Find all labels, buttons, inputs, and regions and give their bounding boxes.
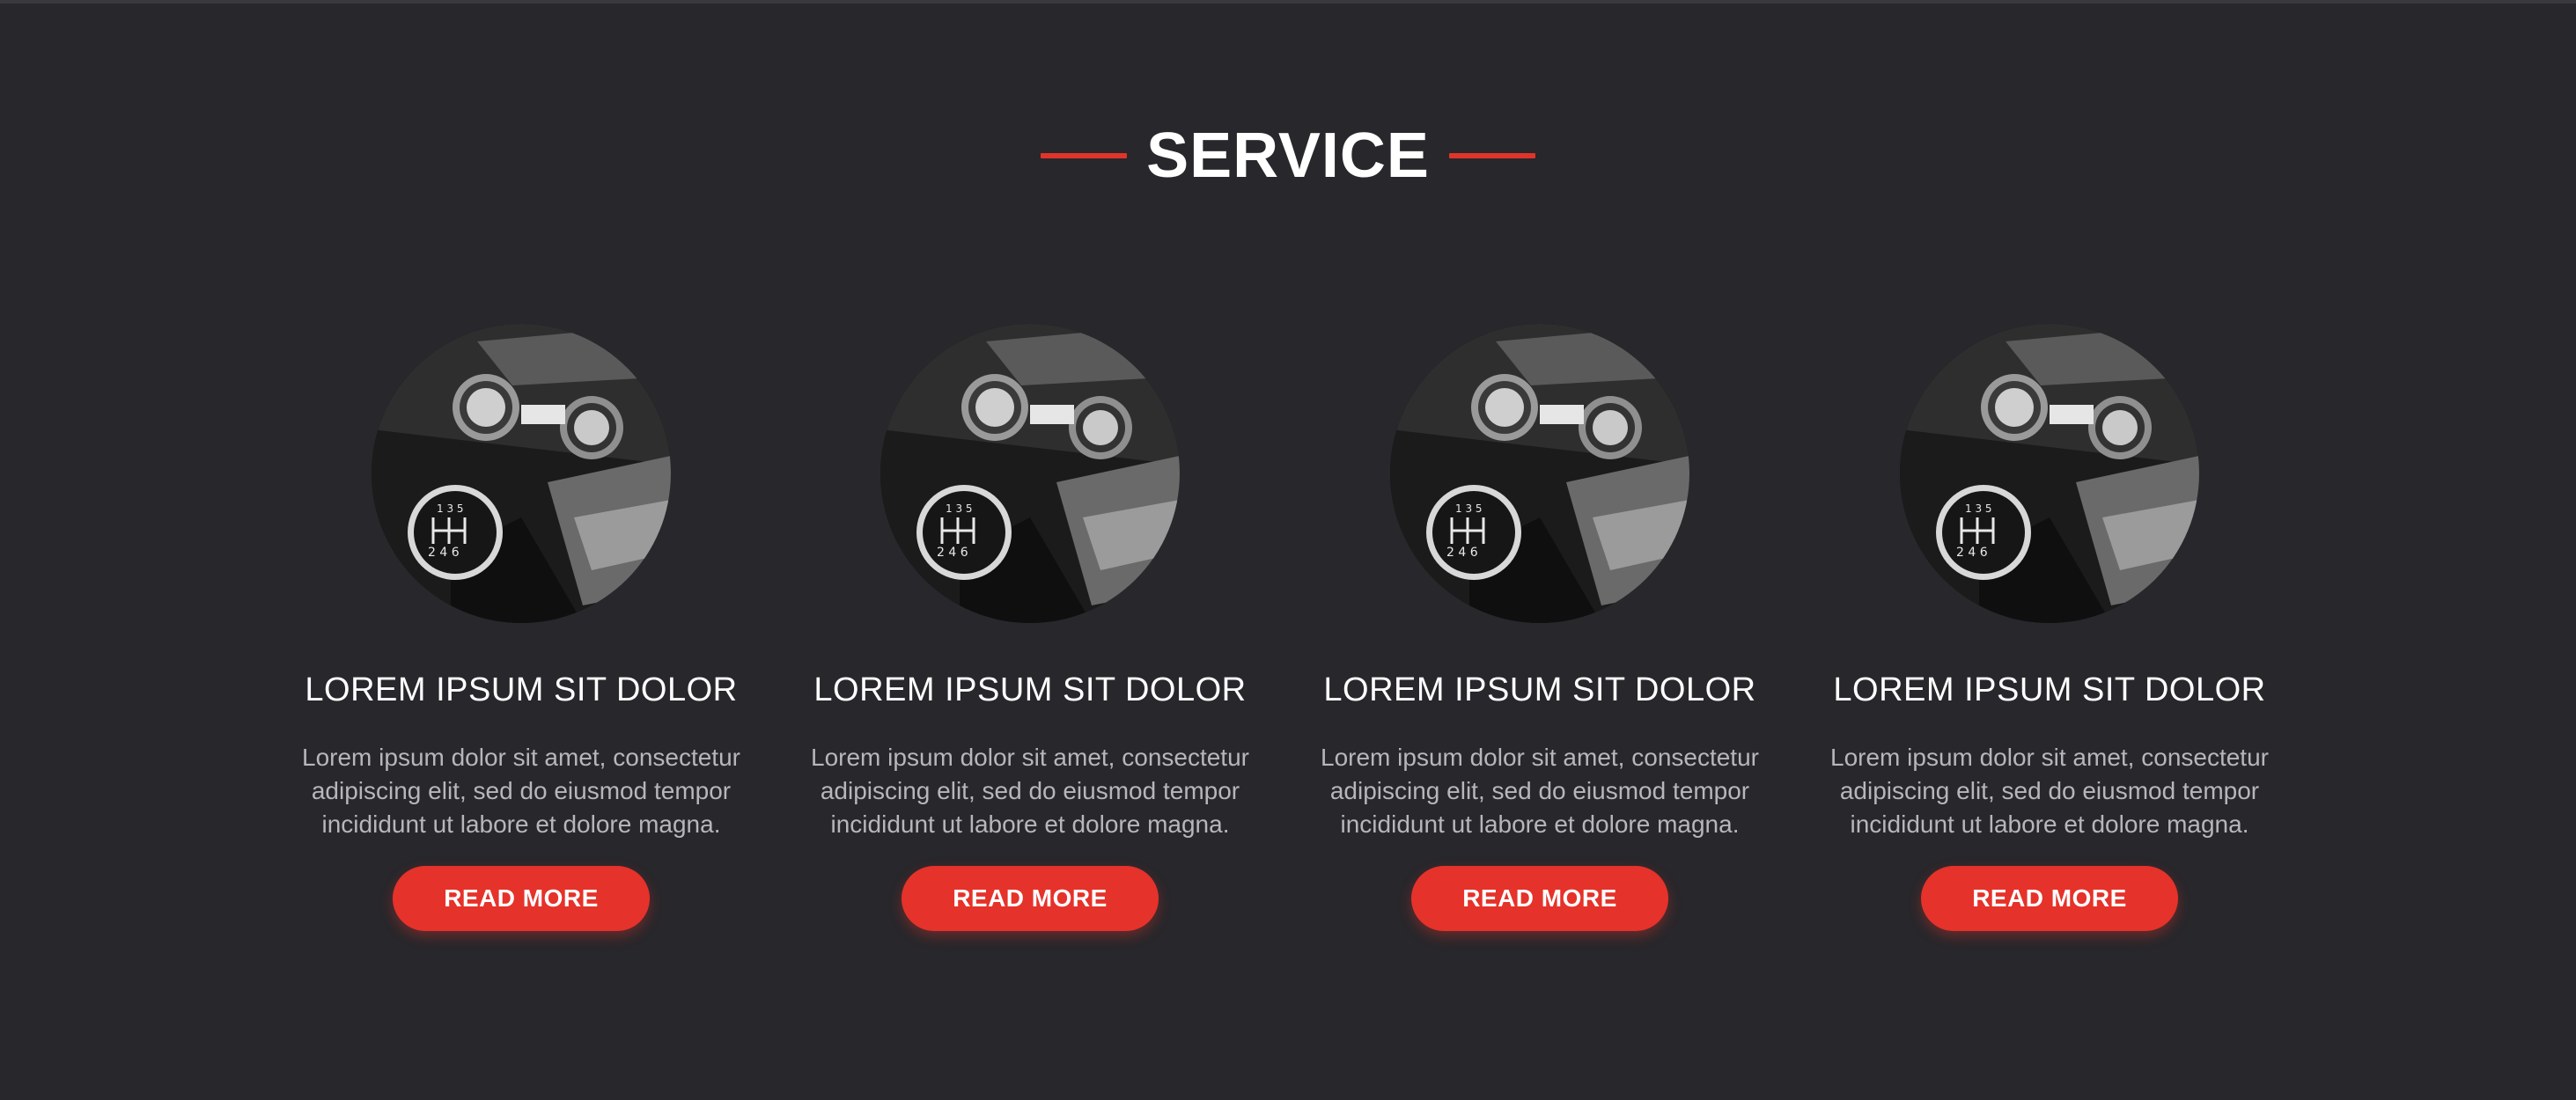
read-more-button[interactable]: READ MORE [902, 866, 1159, 931]
svg-text:1 3 5: 1 3 5 [946, 502, 973, 515]
card-description: Lorem ipsum dolor sit amet, consectetur … [811, 744, 1249, 838]
card-description: Lorem ipsum dolor sit amet, consectetur … [302, 744, 740, 838]
service-cards: 2 4 6 1 3 5 LOREM IPSUM SIT DOLOR Lorem … [0, 324, 2576, 957]
svg-text:1 3 5: 1 3 5 [1965, 502, 1992, 515]
title-left-divider [1041, 153, 1128, 158]
card-title: LOREM IPSUM SIT DOLOR [305, 671, 738, 708]
svg-text:2 4 6: 2 4 6 [1446, 546, 1478, 560]
service-page: SERVICE 2 4 6 1 3 5 LOREM IPSUM SIT DOLO… [0, 0, 2576, 1100]
service-card: 2 4 6 1 3 5 LOREM IPSUM SIT DOLOR Lorem … [283, 324, 759, 931]
section-header: SERVICE [0, 116, 2576, 195]
svg-text:1 3 5: 1 3 5 [1455, 502, 1483, 515]
card-description: Lorem ipsum dolor sit amet, consectetur … [1830, 744, 2269, 838]
gear-shift-photo-icon: 2 4 6 1 3 5 [880, 324, 1180, 623]
svg-text:2 4 6: 2 4 6 [428, 546, 460, 560]
title-right-divider [1448, 153, 1535, 158]
service-card: 2 4 6 1 3 5 LOREM IPSUM SIT DOLOR Lorem … [792, 324, 1268, 931]
read-more-button[interactable]: READ MORE [1411, 866, 1668, 931]
card-title: LOREM IPSUM SIT DOLOR [813, 671, 1247, 708]
read-more-button[interactable]: READ MORE [1921, 866, 2178, 931]
svg-text:1 3 5: 1 3 5 [437, 502, 464, 515]
card-description: Lorem ipsum dolor sit amet, consectetur … [1321, 744, 1759, 838]
service-card: 2 4 6 1 3 5 LOREM IPSUM SIT DOLOR Lorem … [1812, 324, 2287, 931]
card-title: LOREM IPSUM SIT DOLOR [1833, 671, 2266, 708]
gear-shift-photo-icon: 2 4 6 1 3 5 [1900, 324, 2199, 623]
svg-text:2 4 6: 2 4 6 [937, 546, 968, 560]
svg-text:2 4 6: 2 4 6 [1956, 546, 1988, 560]
read-more-button[interactable]: READ MORE [393, 866, 650, 931]
service-card: 2 4 6 1 3 5 LOREM IPSUM SIT DOLOR Lorem … [1302, 324, 1777, 931]
gear-shift-photo-icon: 2 4 6 1 3 5 [1390, 324, 1689, 623]
gear-shift-photo-icon: 2 4 6 1 3 5 [372, 324, 671, 623]
card-title: LOREM IPSUM SIT DOLOR [1323, 671, 1756, 708]
section-title: SERVICE [1146, 121, 1430, 191]
